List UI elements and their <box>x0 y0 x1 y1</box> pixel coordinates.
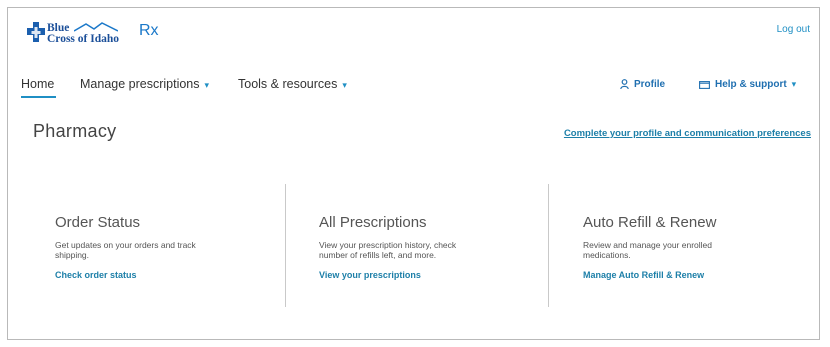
check-order-status-link[interactable]: Check order status <box>55 270 255 280</box>
nav-profile[interactable]: Profile <box>620 79 665 90</box>
chevron-down-icon: ▾ <box>204 80 210 90</box>
card-all-prescriptions: All Prescriptions View your prescription… <box>319 214 519 280</box>
nav-home[interactable]: Home <box>21 77 54 91</box>
logo-rx: Rx <box>139 22 159 39</box>
card-description: Get updates on your orders and track shi… <box>55 240 196 260</box>
card-description: Review and manage your enrolled medicati… <box>583 240 712 260</box>
nav-manage-prescriptions[interactable]: Manage prescriptions ▾ <box>80 77 209 91</box>
app-frame: Blue Cross of Idaho Rx Log out Home Mana… <box>7 7 820 340</box>
nav-profile-label: Profile <box>634 79 666 90</box>
manage-auto-refill-link[interactable]: Manage Auto Refill & Renew <box>583 270 783 280</box>
chevron-down-icon: ▾ <box>791 79 797 89</box>
card-title: Order Status <box>55 214 141 231</box>
person-icon <box>620 79 629 89</box>
logo-line2: Cross of Idaho <box>47 33 119 45</box>
mountain-icon <box>73 22 119 32</box>
nav-home-label: Home <box>21 77 55 91</box>
main-nav: Home Manage prescriptions ▾ Tools & resou… <box>8 77 819 97</box>
card-description: View your prescription history, check nu… <box>319 240 457 260</box>
card-order-status: Order Status Get updates on your orders … <box>55 214 255 280</box>
chevron-down-icon: ▾ <box>342 80 347 90</box>
blue-cross-icon <box>27 22 45 42</box>
logo-wordmark: Blue Cross of Idaho <box>47 22 119 45</box>
nav-tools-resources[interactable]: Tools & resources ▾ <box>238 77 347 91</box>
active-tab-indicator <box>21 96 56 98</box>
blue-cross-logo[interactable]: Blue Cross of Idaho Rx <box>27 19 167 51</box>
card-title: All Prescriptions <box>319 214 427 231</box>
complete-profile-link[interactable]: Complete your profile and communication … <box>564 128 811 139</box>
logout-link[interactable]: Log out <box>777 24 810 35</box>
card-title: Auto Refill & Renew <box>583 214 717 231</box>
nav-help-label: Help & support <box>715 79 787 90</box>
view-prescriptions-link[interactable]: View your prescriptions <box>319 270 519 280</box>
nav-help-support[interactable]: Help & support ▾ <box>699 79 796 90</box>
column-divider <box>285 184 286 307</box>
page-title: Pharmacy <box>33 121 117 141</box>
card-auto-refill: Auto Refill & Renew Review and manage yo… <box>583 214 783 280</box>
nav-tools-label: Tools & resources <box>238 77 338 91</box>
mail-icon <box>699 81 710 89</box>
nav-manage-label: Manage prescriptions <box>80 77 200 91</box>
column-divider <box>548 184 549 307</box>
